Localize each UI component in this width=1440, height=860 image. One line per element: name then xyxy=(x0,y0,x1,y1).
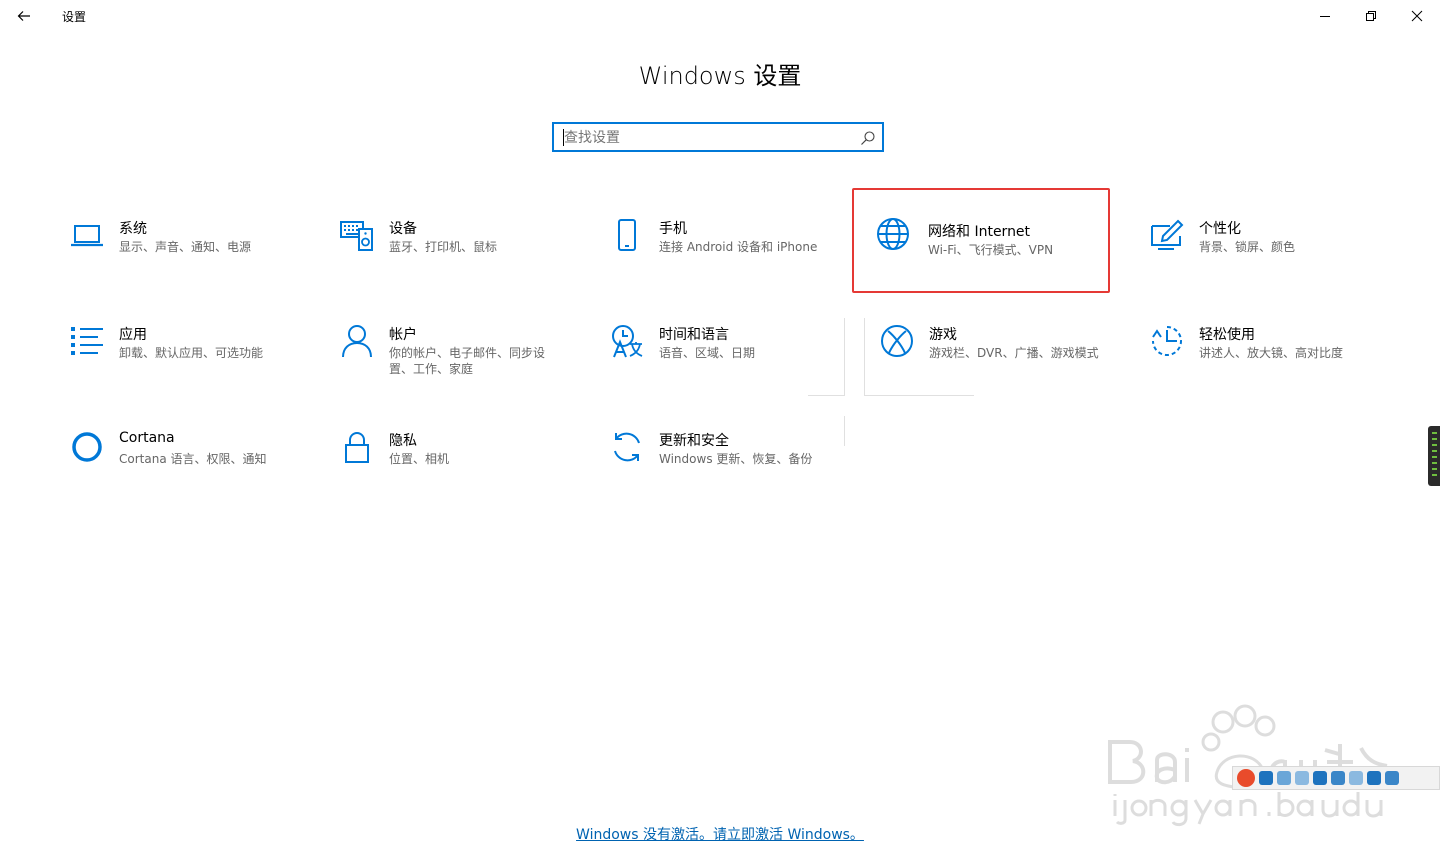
close-icon xyxy=(1411,10,1423,22)
voice-icon[interactable] xyxy=(1313,771,1327,785)
apps-list-icon xyxy=(71,327,103,355)
tile-description: Cortana 语言、权限、通知 xyxy=(119,452,267,466)
grid-icon[interactable] xyxy=(1349,771,1363,785)
minimize-icon xyxy=(1320,16,1330,17)
globe-icon xyxy=(877,218,909,250)
tile-title: 更新和安全 xyxy=(659,433,729,449)
tile-apps[interactable]: 应用 卸载、默认应用、可选功能 xyxy=(56,312,306,408)
time-language-icon xyxy=(612,325,643,358)
menu-grid-icon[interactable] xyxy=(1385,771,1399,785)
tile-time-language[interactable]: 时间和语言 语音、区域、日期 xyxy=(596,312,846,408)
person-icon xyxy=(342,325,372,358)
minimize-button[interactable] xyxy=(1302,0,1348,32)
app-title: 设置 xyxy=(62,10,87,24)
tile-description: 游戏栏、DVR、广播、游戏模式 xyxy=(929,346,1099,360)
title-bar: 设置 xyxy=(0,0,1440,32)
activate-windows-link[interactable]: Windows 没有激活。请立即激活 Windows。 xyxy=(0,824,1440,844)
search-box[interactable] xyxy=(552,122,884,152)
side-volume-meter[interactable] xyxy=(1428,426,1440,486)
maximize-button[interactable] xyxy=(1348,0,1394,32)
restore-icon xyxy=(1366,11,1376,21)
search-icon[interactable] xyxy=(860,130,876,146)
tile-description: 讲述人、放大镜、高对比度 xyxy=(1199,346,1344,360)
tile-network-internet[interactable]: 网络和 Internet Wi-Fi、飞行模式、VPN xyxy=(852,188,1110,293)
laptop-icon xyxy=(71,225,103,247)
phone-icon xyxy=(618,219,636,251)
tile-cortana[interactable]: Cortana Cortana 语言、权限、通知 xyxy=(56,418,306,514)
tile-gaming[interactable]: 游戏 游戏栏、DVR、广播、游戏模式 xyxy=(866,312,1116,408)
update-icon xyxy=(614,432,640,462)
emoji-icon[interactable] xyxy=(1295,771,1309,785)
back-button[interactable] xyxy=(10,4,38,28)
tile-title: 时间和语言 xyxy=(659,327,729,343)
tile-phone[interactable]: 手机 连接 Android 设备和 iPhone xyxy=(596,206,846,302)
tile-title: 网络和 Internet xyxy=(928,224,1031,240)
tile-title: Cortana xyxy=(119,430,175,446)
tile-description: 连接 Android 设备和 iPhone xyxy=(659,240,818,254)
ease-of-access-icon xyxy=(1152,326,1182,356)
baidu-jingyan-watermark xyxy=(1108,704,1388,827)
ghost-divider xyxy=(864,318,865,396)
lock-icon xyxy=(345,432,369,463)
tile-description: 位置、相机 xyxy=(389,452,450,466)
tile-accounts[interactable]: 帐户 你的帐户、电子邮件、同步设置、工作、家庭 xyxy=(326,312,576,408)
tile-title: 个性化 xyxy=(1199,221,1241,237)
toolbox-icon[interactable] xyxy=(1331,771,1345,785)
tile-description: 卸载、默认应用、可选功能 xyxy=(119,346,264,360)
sogou-logo-icon[interactable] xyxy=(1237,769,1255,787)
ime-toolbar[interactable] xyxy=(1232,766,1440,790)
punctuation-icon[interactable] xyxy=(1277,771,1291,785)
tile-title: 系统 xyxy=(119,221,147,237)
tile-description: 背景、锁屏、颜色 xyxy=(1199,240,1296,254)
tile-description: 蓝牙、打印机、鼠标 xyxy=(389,240,498,254)
tile-system[interactable]: 系统 显示、声音、通知、电源 xyxy=(56,206,306,302)
tile-title: 手机 xyxy=(659,221,687,237)
tile-personalization[interactable]: 个性化 背景、锁屏、颜色 xyxy=(1136,206,1386,302)
search-input[interactable] xyxy=(562,127,856,149)
page-title: Windows 设置 xyxy=(638,62,802,90)
tile-update-security[interactable]: 更新和安全 Windows 更新、恢复、备份 xyxy=(596,418,846,514)
skin-shirt-icon[interactable] xyxy=(1367,771,1381,785)
close-button[interactable] xyxy=(1394,0,1440,32)
tile-description: 你的帐户、电子邮件、同步设置、工作、家庭 xyxy=(389,346,546,376)
tile-description: Windows 更新、恢复、备份 xyxy=(659,452,813,466)
personalization-icon xyxy=(1151,219,1184,250)
back-arrow-icon xyxy=(17,11,30,21)
devices-icon xyxy=(340,221,373,251)
tile-privacy[interactable]: 隐私 位置、相机 xyxy=(326,418,576,514)
tile-title: 应用 xyxy=(119,327,147,343)
cortana-icon xyxy=(72,432,102,462)
keyboard-icon[interactable] xyxy=(1259,771,1273,785)
tile-description: 显示、声音、通知、电源 xyxy=(119,240,252,254)
xbox-icon xyxy=(881,325,913,357)
tile-title: 隐私 xyxy=(389,433,417,449)
tile-description: Wi-Fi、飞行模式、VPN xyxy=(928,243,1054,257)
tile-description: 语音、区域、日期 xyxy=(659,346,756,360)
tile-devices[interactable]: 设备 蓝牙、打印机、鼠标 xyxy=(326,206,576,302)
tile-ease-of-access[interactable]: 轻松使用 讲述人、放大镜、高对比度 xyxy=(1136,312,1386,408)
tile-title: 轻松使用 xyxy=(1199,327,1255,343)
tile-title: 游戏 xyxy=(929,327,957,343)
tile-title: 帐户 xyxy=(389,327,417,343)
tile-title: 设备 xyxy=(389,221,417,237)
